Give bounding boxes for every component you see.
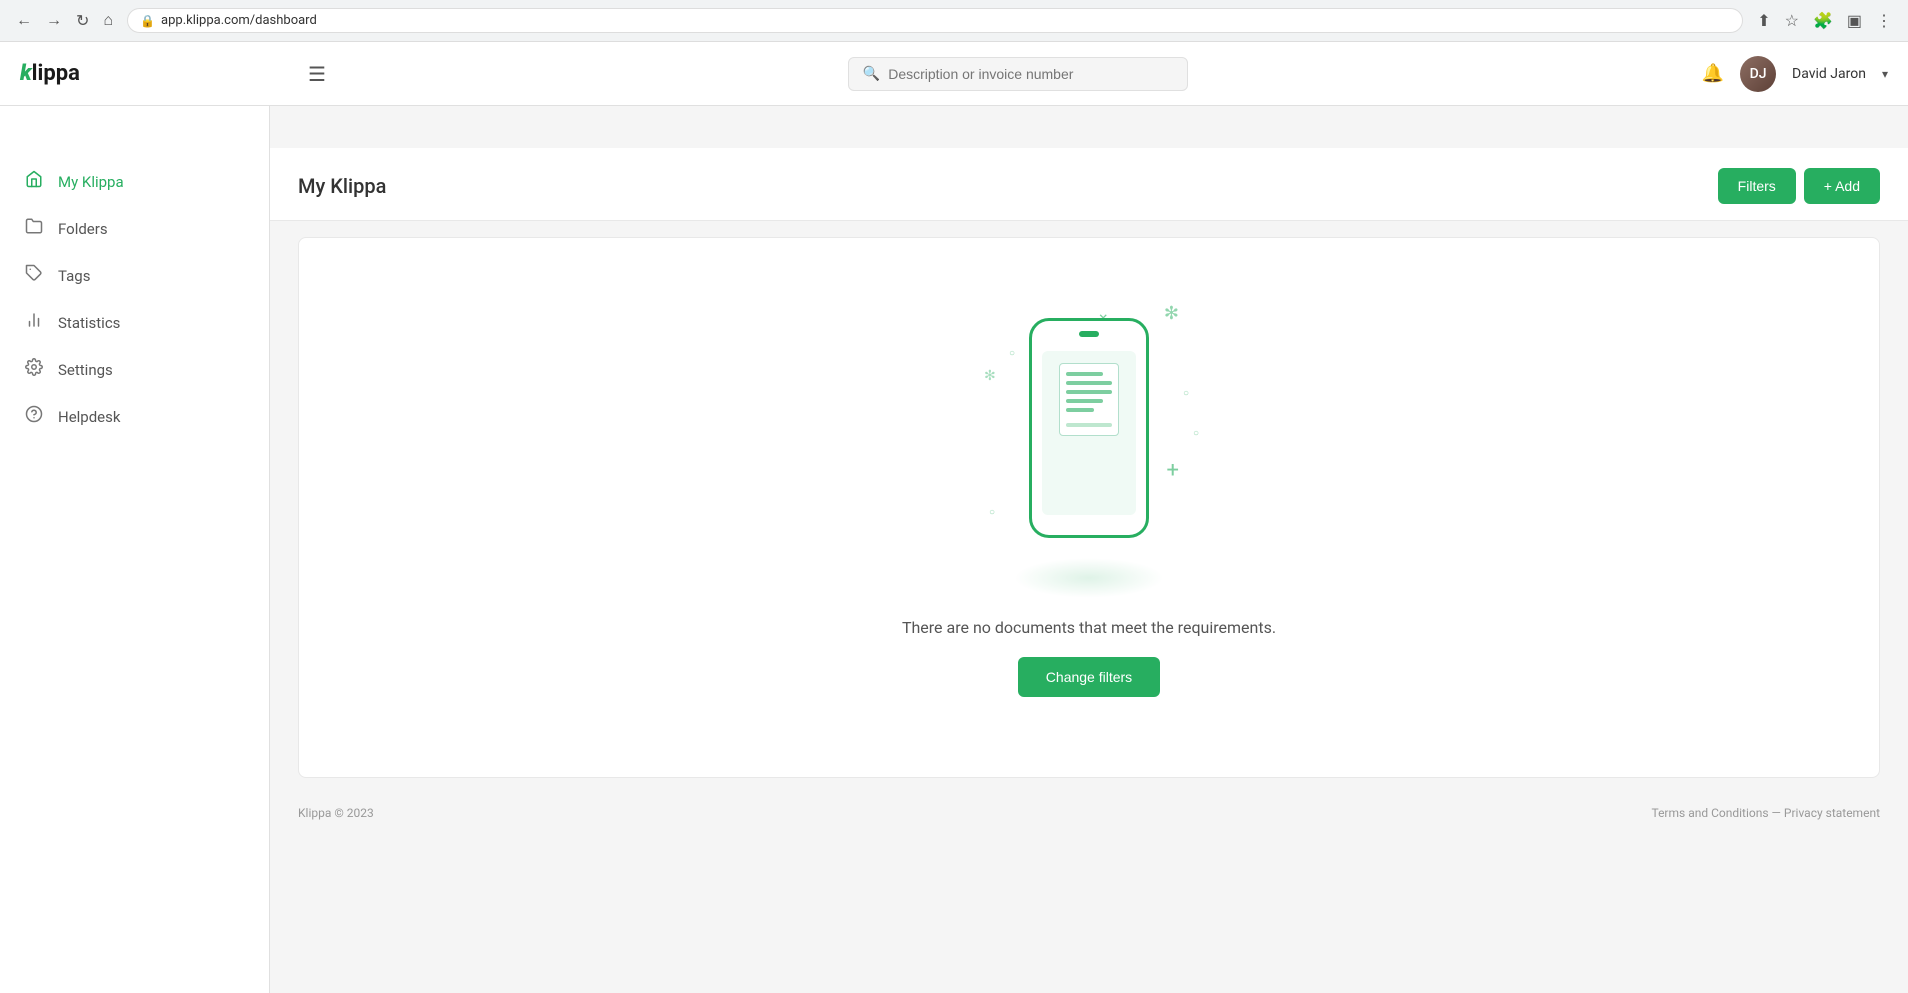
deco-circle-3: ○: [1193, 428, 1199, 439]
doc-line-1: [1066, 372, 1103, 376]
avatar: DJ: [1740, 56, 1776, 92]
nav-right: 🔔 DJ David Jaron ▾: [1702, 56, 1888, 92]
doc-line-3: [1066, 390, 1112, 394]
folder-icon: [24, 217, 44, 240]
document-preview: [1059, 363, 1119, 436]
content-area: × ✻ ○ ✻ ○ ○ ○ +: [298, 237, 1880, 778]
home-icon: [24, 170, 44, 193]
tag-icon: [24, 264, 44, 287]
deco-asterisk-1: ✻: [1164, 303, 1179, 324]
empty-message: There are no documents that meet the req…: [902, 618, 1276, 637]
user-name[interactable]: David Jaron: [1792, 66, 1866, 82]
chevron-down-icon: ▾: [1882, 67, 1888, 81]
sidebar-label-settings: Settings: [58, 361, 113, 379]
home-button[interactable]: ⌂: [99, 10, 117, 32]
phone-illustration: [1029, 318, 1149, 538]
logo-text: klippa: [20, 61, 80, 86]
nav-search: 🔍: [334, 57, 1702, 91]
deco-asterisk-2: ✻: [984, 368, 996, 384]
app-wrapper: My Klippa Folders Tags Statistics: [0, 42, 1908, 993]
doc-line-6: [1066, 423, 1112, 427]
helpdesk-icon: [24, 405, 44, 428]
address-bar[interactable]: 🔒 app.klippa.com/dashboard: [127, 8, 1743, 33]
phone-screen: [1042, 351, 1136, 515]
deco-plus: +: [1167, 458, 1179, 483]
doc-line-2: [1066, 381, 1112, 385]
sidebar-item-helpdesk[interactable]: Helpdesk: [0, 393, 269, 440]
page-title: My Klippa: [298, 174, 386, 198]
browser-nav-buttons: ← → ↻ ⌂: [12, 9, 117, 33]
sidebar-item-settings[interactable]: Settings: [0, 346, 269, 393]
url-text: app.klippa.com/dashboard: [161, 13, 317, 28]
browser-actions: ⬆ ☆ 🧩 ▣ ⋮: [1753, 9, 1896, 32]
top-nav: klippa ☰ 🔍 🔔 DJ David Jaron ▾: [0, 42, 1908, 106]
logo: klippa: [20, 61, 290, 86]
browser-chrome: ← → ↻ ⌂ 🔒 app.klippa.com/dashboard ⬆ ☆ 🧩…: [0, 0, 1908, 42]
profile-icon[interactable]: ▣: [1843, 9, 1866, 32]
notification-bell-icon[interactable]: 🔔: [1702, 63, 1724, 84]
reload-button[interactable]: ↻: [72, 9, 93, 33]
sidebar-item-folders[interactable]: Folders: [0, 205, 269, 252]
filters-button[interactable]: Filters: [1718, 168, 1796, 204]
sidebar-item-statistics[interactable]: Statistics: [0, 299, 269, 346]
forward-button[interactable]: →: [42, 10, 66, 32]
page-header: My Klippa Filters + Add: [270, 148, 1908, 221]
footer-links[interactable]: Terms and Conditions — Privacy statement: [1651, 806, 1880, 820]
sidebar-item-my-klippa[interactable]: My Klippa: [0, 158, 269, 205]
back-button[interactable]: ←: [12, 10, 36, 32]
main-content: My Klippa Filters + Add × ✻ ○ ✻ ○ ○ ○: [270, 42, 1908, 993]
header-actions: Filters + Add: [1718, 168, 1880, 204]
empty-state: × ✻ ○ ✻ ○ ○ ○ +: [299, 238, 1879, 777]
menu-icon[interactable]: ⋮: [1872, 9, 1896, 32]
deco-circle-1: ○: [1009, 348, 1015, 359]
statistics-icon: [24, 311, 44, 334]
search-icon: 🔍: [863, 66, 880, 82]
change-filters-button[interactable]: Change filters: [1018, 657, 1160, 697]
empty-illustration: × ✻ ○ ✻ ○ ○ ○ +: [979, 298, 1199, 598]
share-icon[interactable]: ⬆: [1753, 9, 1774, 32]
sidebar-label-my-klippa: My Klippa: [58, 173, 124, 191]
deco-circle-2: ○: [1183, 388, 1189, 399]
sidebar-label-statistics: Statistics: [58, 314, 120, 332]
sidebar-label-folders: Folders: [58, 220, 108, 238]
sidebar-label-tags: Tags: [58, 267, 90, 285]
lock-icon: 🔒: [140, 14, 155, 28]
sidebar: My Klippa Folders Tags Statistics: [0, 42, 270, 993]
settings-icon: [24, 358, 44, 381]
deco-circle-4: ○: [989, 507, 995, 518]
phone-notch: [1079, 331, 1099, 337]
extensions-icon[interactable]: 🧩: [1809, 9, 1837, 32]
star-icon[interactable]: ☆: [1781, 9, 1803, 32]
doc-line-5: [1066, 408, 1094, 412]
sidebar-item-tags[interactable]: Tags: [0, 252, 269, 299]
sidebar-label-helpdesk: Helpdesk: [58, 408, 120, 426]
hamburger-menu[interactable]: ☰: [300, 54, 334, 94]
footer: Klippa © 2023 Terms and Conditions — Pri…: [270, 794, 1908, 832]
add-button[interactable]: + Add: [1804, 168, 1880, 204]
doc-line-4: [1066, 399, 1103, 403]
search-box[interactable]: 🔍: [848, 57, 1188, 91]
search-input[interactable]: [888, 66, 1168, 82]
copyright: Klippa © 2023: [298, 806, 374, 820]
phone-shadow: [1014, 558, 1164, 598]
sidebar-nav: My Klippa Folders Tags Statistics: [0, 148, 269, 450]
